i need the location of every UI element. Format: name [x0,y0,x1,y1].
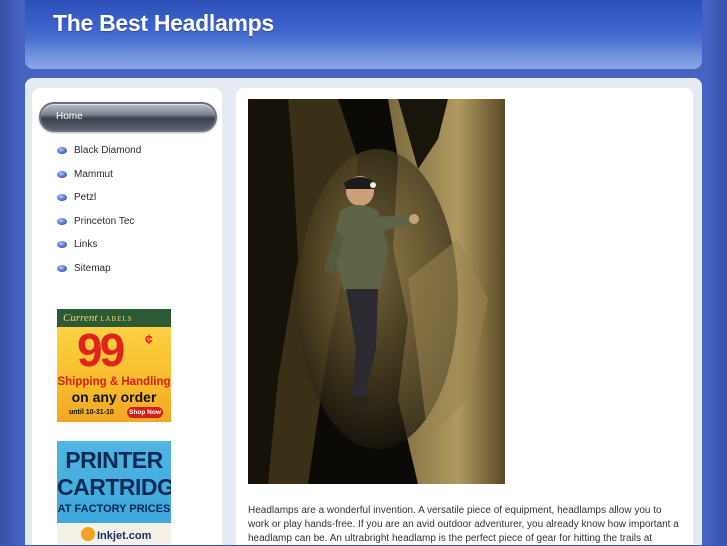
ad-cent-sign: ¢ [145,331,153,347]
sidebar-item-links[interactable]: Links [56,236,141,260]
ad-shop-now-button[interactable]: Shop Now [127,407,163,418]
sidebar-item-mammut[interactable]: Mammut [56,166,141,190]
sidebar-item-label: Mammut [74,168,113,180]
sidebar-item-label: Princeton Tec [74,215,135,227]
sidebar-nav: Black Diamond Mammut Petzl Princeton Tec… [56,142,141,284]
ad-headline-2: CARTRIDGES [57,474,171,500]
sidebar-item-label: Petzl [74,192,97,204]
bullet-icon [57,147,67,154]
bullet-icon [57,194,67,202]
home-button-label: Home [56,111,83,122]
site-title[interactable]: The Best Headlamps [53,10,274,37]
sidebar-item-princeton-tec[interactable]: Princeton Tec [56,213,141,237]
sidebar-item-label: Links [74,239,98,251]
ad-headline-1: PRINTER [65,447,163,473]
sidebar-item-sitemap[interactable]: Sitemap [56,260,141,284]
home-button[interactable]: Home [39,102,217,132]
bullet-icon [57,217,67,225]
ad-brand-name: Inkjet.com [97,530,152,542]
sidebar-item-label: Sitemap [74,262,111,274]
sidebar-item-petzl[interactable]: Petzl [56,189,141,213]
inkjet-logo-icon [81,527,95,541]
cave-climber-photo [248,99,505,484]
ad-until-text: until 10-31-10 [69,409,114,416]
bullet-icon [57,264,67,272]
ad-subline: AT FACTORY PRICES [57,503,171,515]
bullet-icon [57,241,67,249]
site-header: The Best Headlamps [25,0,702,68]
intro-paragraph: Headlamps are a wonderful invention. A v… [248,505,679,544]
sidebar-item-black-diamond[interactable]: Black Diamond [56,142,141,166]
labels-ad-banner[interactable]: Current LABELS 99 ¢ Shipping & Handling … [57,309,171,422]
ad-shipping-text: Shipping & Handling [57,376,171,388]
sidebar-item-label: Black Diamond [74,145,142,156]
ad-price: 99 [77,324,125,376]
ad-order-text: on any order [71,389,157,405]
printer-cartridges-ad-banner[interactable]: PRINTER CARTRIDGES AT FACTORY PRICES Ink… [57,441,171,545]
bullet-icon [57,170,67,178]
